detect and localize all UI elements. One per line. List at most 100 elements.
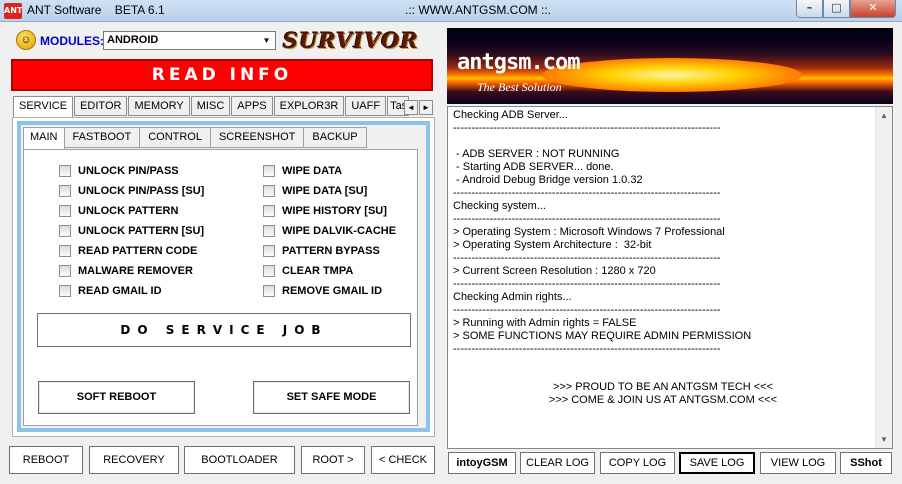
checkbox-box[interactable]: [263, 225, 275, 237]
tab-apps[interactable]: APPS: [231, 96, 273, 116]
window-title: ANT Software BETA 6.1: [27, 3, 165, 17]
chevron-down-icon: ▼: [262, 36, 271, 45]
modules-label: MODULES:: [40, 34, 104, 48]
checkbox-read-pattern-code[interactable]: READ PATTERN CODE: [59, 244, 197, 258]
window-center-title: .:: WWW.ANTGSM.COM ::.: [405, 3, 551, 17]
checkbox-label: PATTERN BYPASS: [282, 245, 380, 257]
checkbox-box[interactable]: [59, 225, 71, 237]
checkbox-wipe-data-su[interactable]: WIPE DATA [SU]: [263, 184, 367, 198]
soft-reboot-button[interactable]: SOFT REBOOT: [38, 381, 195, 414]
tab-uaff[interactable]: UAFF: [345, 96, 387, 116]
checkbox-wipe-history-su[interactable]: WIPE HISTORY [SU]: [263, 204, 387, 218]
checkbox-box[interactable]: [59, 265, 71, 277]
log-line: ----------------------------------------…: [453, 304, 721, 316]
checkbox-label: WIPE DATA: [282, 165, 343, 177]
checkbox-box[interactable]: [59, 185, 71, 197]
checkbox-unlock-pattern-su[interactable]: UNLOCK PATTERN [SU]: [59, 224, 204, 238]
view-log-button[interactable]: VIEW LOG: [760, 452, 836, 474]
modules-select[interactable]: ANDROID ▼: [103, 31, 276, 50]
log-lines: Checking ADB Server... ------------------…: [453, 109, 751, 356]
tab-scroll-left-icon[interactable]: ◄: [404, 100, 418, 115]
checkbox-box[interactable]: [59, 165, 71, 177]
root-button[interactable]: ROOT >: [301, 446, 365, 474]
tab-editor[interactable]: EDITOR: [74, 96, 128, 116]
log-line: ----------------------------------------…: [453, 278, 721, 290]
clear-log-button[interactable]: CLEAR LOG: [520, 452, 595, 474]
subtab-backup[interactable]: BACKUP: [303, 127, 367, 148]
checkbox-unlock-pin[interactable]: UNLOCK PIN/PASS: [59, 164, 179, 178]
do-service-job-button[interactable]: DO SERVICE JOB: [37, 313, 411, 347]
survivor-logo: SURVIVOR: [283, 28, 419, 53]
log-scrollbar[interactable]: ▲ ▼: [875, 107, 892, 448]
reboot-button[interactable]: REBOOT: [9, 446, 83, 474]
checkbox-box[interactable]: [263, 245, 275, 257]
checkbox-label: REMOVE GMAIL ID: [282, 285, 383, 297]
checkbox-pattern-bypass[interactable]: PATTERN BYPASS: [263, 244, 380, 258]
log-footer-line: >>> PROUD TO BE AN ANTGSM TECH <<<: [552, 381, 774, 393]
log-line: > Operating System : Microsoft Windows 7…: [453, 226, 725, 238]
checkbox-box[interactable]: [59, 285, 71, 297]
checkbox-box[interactable]: [263, 205, 275, 217]
save-log-button[interactable]: SAVE LOG: [679, 452, 755, 474]
tab-explorer[interactable]: EXPLOR3R: [273, 96, 345, 116]
read-info-button[interactable]: READ INFO: [11, 59, 433, 91]
log-line: ----------------------------------------…: [453, 252, 721, 264]
checkbox-label: UNLOCK PIN/PASS: [78, 165, 179, 177]
checkbox-box[interactable]: [59, 245, 71, 257]
sunset-graphic: [542, 58, 802, 92]
log-line: > SOME FUNCTIONS MAY REQUIRE ADMIN PERMI…: [453, 330, 752, 342]
log-line: - Starting ADB SERVER... done.: [453, 161, 614, 173]
tab-memory[interactable]: MEMORY: [128, 96, 190, 116]
subtab-fastboot[interactable]: FASTBOOT: [63, 127, 141, 148]
tab-service[interactable]: SERVICE: [13, 96, 74, 117]
tab-misc[interactable]: MISC: [190, 96, 231, 116]
set-safe-mode-button[interactable]: SET SAFE MODE: [253, 381, 410, 414]
minimize-button[interactable]: –: [796, 0, 823, 18]
smiley-icon: ☺: [16, 30, 36, 50]
checkbox-box[interactable]: [263, 285, 275, 297]
checkbox-label: MALWARE REMOVER: [78, 265, 193, 277]
maximize-button[interactable]: □: [823, 0, 850, 18]
checkbox-wipe-data[interactable]: WIPE DATA: [263, 164, 342, 178]
log-output[interactable]: Checking ADB Server... ------------------…: [447, 106, 893, 449]
scroll-down-icon[interactable]: ▼: [876, 431, 892, 448]
checkbox-remove-gmail-id[interactable]: REMOVE GMAIL ID: [263, 284, 382, 298]
banner-brand: antgsm.com: [457, 50, 580, 75]
scroll-up-icon[interactable]: ▲: [876, 107, 892, 124]
app-icon: ANT: [4, 3, 22, 19]
log-footer-line: >>> COME & JOIN US AT ANTGSM.COM <<<: [548, 394, 778, 406]
log-line: ----------------------------------------…: [453, 343, 721, 355]
tab-scroll-right-icon[interactable]: ►: [419, 100, 433, 115]
user-button[interactable]: intoyGSM: [448, 452, 516, 474]
checkbox-read-gmail-id[interactable]: READ GMAIL ID: [59, 284, 162, 298]
checkbox-box[interactable]: [263, 185, 275, 197]
checkbox-unlock-pin-su[interactable]: UNLOCK PIN/PASS [SU]: [59, 184, 204, 198]
checkbox-unlock-pattern[interactable]: UNLOCK PATTERN: [59, 204, 178, 218]
checkbox-malware-remover[interactable]: MALWARE REMOVER: [59, 264, 193, 278]
log-line: - ADB SERVER : NOT RUNNING: [453, 148, 620, 160]
close-button[interactable]: ✕: [850, 0, 896, 18]
bootloader-button[interactable]: BOOTLOADER: [184, 446, 295, 474]
log-line: Checking system...: [453, 200, 546, 212]
checkbox-wipe-dalvik-cache[interactable]: WIPE DALVIK-CACHE: [263, 224, 396, 238]
modules-select-value: ANDROID: [107, 34, 159, 46]
recovery-button[interactable]: RECOVERY: [89, 446, 179, 474]
checkbox-box[interactable]: [59, 205, 71, 217]
checkbox-label: UNLOCK PATTERN: [78, 205, 179, 217]
log-line: - Android Debug Bridge version 1.0.32: [453, 174, 643, 186]
screenshot-button[interactable]: SShot: [840, 452, 892, 474]
checkbox-box[interactable]: [263, 265, 275, 277]
log-line: ----------------------------------------…: [453, 187, 721, 199]
checkbox-box[interactable]: [263, 165, 275, 177]
subtab-control[interactable]: CONTROL: [139, 127, 211, 148]
checkbox-label: READ PATTERN CODE: [78, 245, 198, 257]
antgsm-banner: antgsm.com The Best Solution: [447, 28, 893, 104]
subtab-screenshot[interactable]: SCREENSHOT: [209, 127, 305, 148]
checkbox-label: READ GMAIL ID: [78, 285, 162, 297]
checkbox-clear-tmpa[interactable]: CLEAR TMPA: [263, 264, 353, 278]
copy-log-button[interactable]: COPY LOG: [600, 452, 675, 474]
checkbox-label: CLEAR TMPA: [282, 265, 354, 277]
check-button[interactable]: < CHECK: [371, 446, 435, 474]
log-footer: >>> PROUD TO BE AN ANTGSM TECH <<< >>> C…: [448, 381, 878, 407]
subtab-main[interactable]: MAIN: [23, 127, 65, 149]
